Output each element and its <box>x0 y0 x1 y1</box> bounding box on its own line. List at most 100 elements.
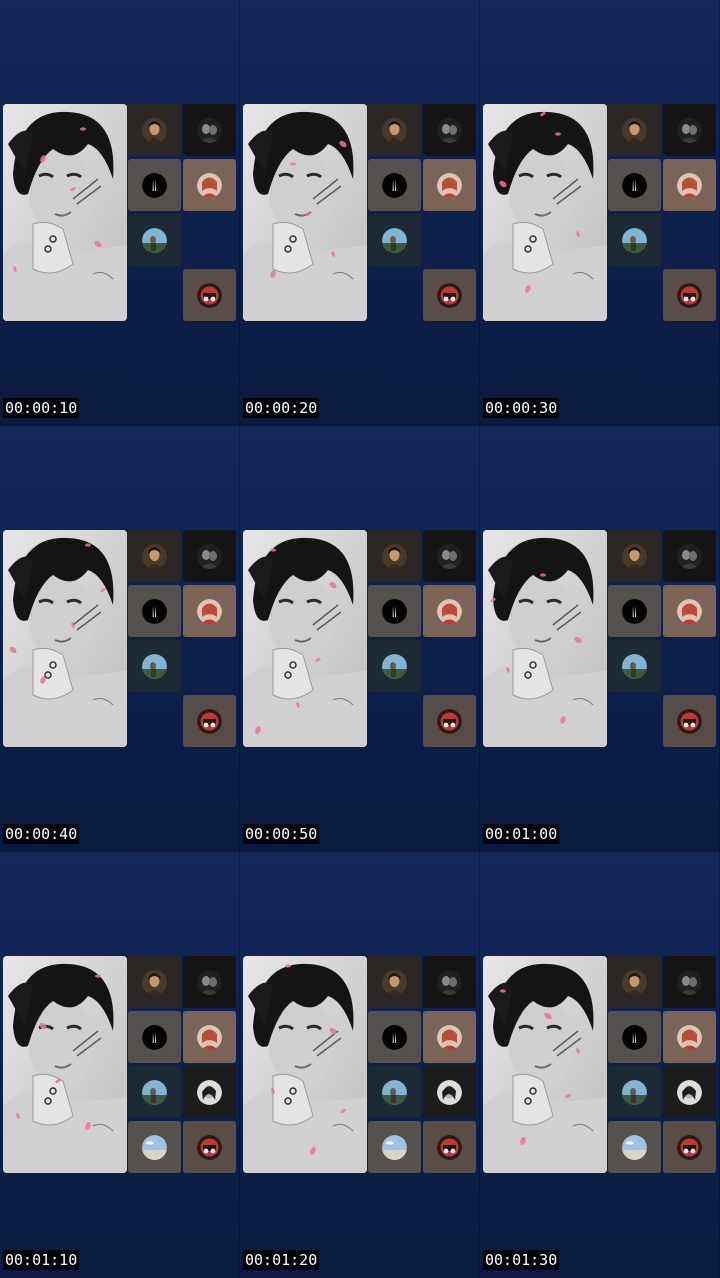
avatar-tile[interactable] <box>128 1011 181 1063</box>
avatar-tile[interactable] <box>368 1066 421 1118</box>
field-avatar <box>382 227 407 253</box>
flame-icon <box>142 598 167 624</box>
avatar-tile[interactable] <box>368 214 421 266</box>
avatar-tile[interactable] <box>608 530 661 582</box>
avatar-tile[interactable] <box>423 695 476 747</box>
avatar-tile[interactable] <box>368 1121 421 1173</box>
avatar-tile[interactable] <box>663 530 716 582</box>
avatar-tile[interactable] <box>128 104 181 156</box>
girl-avatar <box>142 543 167 569</box>
timestamp-label: 00:00:20 <box>243 398 320 418</box>
avatar-tile[interactable] <box>663 269 716 321</box>
petal-decoration <box>85 543 91 547</box>
avatar-tile[interactable] <box>423 1066 476 1118</box>
avatar-tile[interactable] <box>183 269 236 321</box>
girl-avatar <box>382 969 407 995</box>
timestamp-label: 00:01:10 <box>3 1250 80 1270</box>
video-frame: 00:01:20 <box>240 852 480 1278</box>
flame-icon <box>142 1024 167 1050</box>
avatar-tile[interactable] <box>663 1121 716 1173</box>
avatar-tile[interactable] <box>183 1011 236 1063</box>
avatar-tile[interactable] <box>663 104 716 156</box>
avatar-tile[interactable] <box>368 640 421 692</box>
avatar-tile[interactable] <box>608 640 661 692</box>
timestamp-label: 00:01:30 <box>483 1250 560 1270</box>
redhair-avatar <box>197 172 222 198</box>
avatar-tile[interactable] <box>608 956 661 1008</box>
couple-avatar <box>197 543 222 569</box>
avatar-tile[interactable] <box>423 104 476 156</box>
avatar-tile[interactable] <box>368 1011 421 1063</box>
avatar-tile[interactable] <box>423 585 476 637</box>
flame-icon <box>382 598 407 624</box>
redhair-avatar <box>197 1024 222 1050</box>
avatar-tile[interactable] <box>183 104 236 156</box>
avatar-tile[interactable] <box>663 159 716 211</box>
bw-portrait-avatar <box>437 1079 462 1105</box>
rider-avatar <box>437 1134 462 1160</box>
rider-avatar <box>437 708 462 734</box>
avatar-tile[interactable] <box>183 585 236 637</box>
avatar-tile[interactable] <box>183 1121 236 1173</box>
couple-avatar <box>437 543 462 569</box>
avatar-tile[interactable] <box>128 214 181 266</box>
sky-avatar <box>382 1134 407 1160</box>
timestamp-label: 00:01:20 <box>243 1250 320 1270</box>
frame-grid: 00:00:10 00:00:20 00:00:30 00:00:40 00:0… <box>0 0 720 1278</box>
girl-avatar <box>382 117 407 143</box>
avatar-tile[interactable] <box>608 1011 661 1063</box>
avatar-tile[interactable] <box>423 1121 476 1173</box>
avatar-tile[interactable] <box>128 159 181 211</box>
avatar-tile[interactable] <box>183 956 236 1008</box>
avatar-tile[interactable] <box>423 1011 476 1063</box>
avatar-tile[interactable] <box>608 159 661 211</box>
avatar-tile[interactable] <box>128 1066 181 1118</box>
field-avatar <box>622 1079 647 1105</box>
avatar-tile[interactable] <box>423 956 476 1008</box>
avatar-tile[interactable] <box>368 104 421 156</box>
avatar-tile[interactable] <box>368 159 421 211</box>
redhair-avatar <box>437 172 462 198</box>
avatar-tile-grid <box>608 530 718 748</box>
field-avatar <box>142 227 167 253</box>
avatar-tile[interactable] <box>183 530 236 582</box>
girl-avatar <box>622 543 647 569</box>
avatar-tile[interactable] <box>663 1066 716 1118</box>
avatar-tile[interactable] <box>128 585 181 637</box>
flame-icon <box>622 1024 647 1050</box>
avatar-tile[interactable] <box>128 956 181 1008</box>
avatar-tile[interactable] <box>128 1121 181 1173</box>
field-avatar <box>142 1079 167 1105</box>
avatar-tile[interactable] <box>128 530 181 582</box>
redhair-avatar <box>197 598 222 624</box>
flame-icon <box>382 172 407 198</box>
avatar-tile-grid <box>128 956 238 1174</box>
avatar-tile[interactable] <box>128 640 181 692</box>
avatar-tile[interactable] <box>608 104 661 156</box>
avatar-tile[interactable] <box>183 695 236 747</box>
avatar-tile[interactable] <box>423 269 476 321</box>
timestamp-label: 00:00:50 <box>243 824 320 844</box>
avatar-tile[interactable] <box>183 159 236 211</box>
avatar-tile[interactable] <box>608 1121 661 1173</box>
rider-avatar <box>677 282 702 308</box>
flame-icon <box>622 598 647 624</box>
avatar-tile[interactable] <box>423 530 476 582</box>
avatar-tile[interactable] <box>368 530 421 582</box>
avatar-tile[interactable] <box>663 956 716 1008</box>
avatar-tile[interactable] <box>608 1066 661 1118</box>
field-avatar <box>142 653 167 679</box>
avatar-tile[interactable] <box>368 956 421 1008</box>
avatar-tile[interactable] <box>608 214 661 266</box>
video-frame: 00:00:50 <box>240 426 480 852</box>
avatar-tile[interactable] <box>368 585 421 637</box>
avatar-tile[interactable] <box>663 695 716 747</box>
avatar-tile[interactable] <box>663 1011 716 1063</box>
redhair-avatar <box>677 598 702 624</box>
avatar-tile[interactable] <box>423 159 476 211</box>
avatar-tile[interactable] <box>608 585 661 637</box>
avatar-tile[interactable] <box>663 585 716 637</box>
avatar-tile[interactable] <box>183 1066 236 1118</box>
couple-avatar <box>437 117 462 143</box>
flame-icon <box>622 172 647 198</box>
